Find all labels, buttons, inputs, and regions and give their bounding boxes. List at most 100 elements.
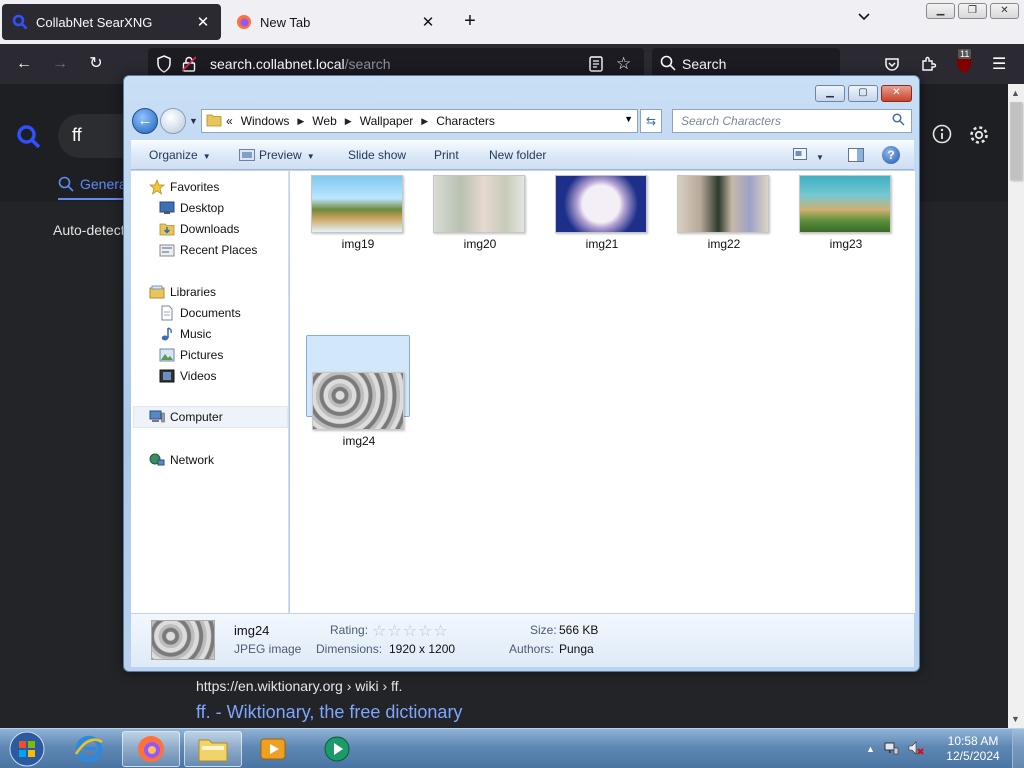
- category-tab-general[interactable]: General: [58, 176, 130, 192]
- organize-button[interactable]: Organize ▼: [149, 148, 211, 162]
- file-item-img24[interactable]: img24: [306, 335, 410, 448]
- scroll-down-arrow-icon[interactable]: ▼: [1011, 714, 1020, 724]
- nav-desktop[interactable]: Desktop: [159, 200, 224, 216]
- nav-libraries[interactable]: Libraries: [149, 284, 216, 300]
- breadcrumb-separator-icon[interactable]: ▶: [421, 116, 428, 127]
- dialog-maximize-button[interactable]: ▢: [848, 85, 878, 102]
- size-value: 566 KB: [559, 623, 599, 637]
- explorer-forward-arrow-icon[interactable]: →: [160, 108, 186, 134]
- new-tab-plus-icon[interactable]: +: [458, 10, 482, 34]
- reload-icon[interactable]: ↻: [84, 52, 108, 76]
- preview-pane-icon[interactable]: [848, 148, 864, 165]
- breadcrumb-web[interactable]: Web: [312, 114, 336, 128]
- tab-collabnet-searxng[interactable]: CollabNet SearXNG ✕: [2, 4, 221, 40]
- dialog-close-button[interactable]: ✕: [881, 85, 912, 102]
- rating-stars[interactable]: ☆ ☆ ☆ ☆ ☆: [372, 621, 448, 641]
- nav-label: Documents: [180, 306, 241, 320]
- file-item-img22[interactable]: img22: [672, 171, 776, 253]
- nav-recent-places[interactable]: Recent Places: [159, 242, 257, 258]
- rating-star-icon[interactable]: ☆: [433, 621, 447, 641]
- taskbar-firefox-icon[interactable]: [122, 731, 180, 767]
- nav-computer[interactable]: Computer: [133, 406, 288, 428]
- address-breadcrumb-bar[interactable]: « Windows ▶ Web ▶ Wallpaper ▶ Characters…: [201, 109, 638, 133]
- change-view-icon[interactable]: ▼: [793, 148, 824, 163]
- rating-star-icon[interactable]: ☆: [387, 621, 401, 641]
- file-item-img20[interactable]: img20: [428, 171, 532, 253]
- searxng-logo-icon[interactable]: [16, 124, 42, 153]
- authors-value[interactable]: Punga: [559, 642, 594, 656]
- result-title-link[interactable]: ff. - Wiktionary, the free dictionary: [196, 702, 462, 723]
- dimensions-label: Dimensions:: [316, 642, 383, 656]
- show-desktop-button[interactable]: [1012, 729, 1024, 768]
- breadcrumb-windows[interactable]: Windows: [241, 114, 290, 128]
- pocket-icon[interactable]: [884, 56, 900, 75]
- breadcrumb-overflow[interactable]: «: [226, 114, 233, 128]
- rating-star-icon[interactable]: ☆: [418, 621, 432, 641]
- file-name: img23: [829, 237, 863, 251]
- taskbar-media-center-icon[interactable]: [308, 731, 366, 767]
- bookmark-star-icon[interactable]: ☆: [616, 54, 631, 74]
- category-active-underline: [58, 198, 124, 200]
- nav-pictures[interactable]: Pictures: [159, 347, 223, 363]
- recent-pages-chevron-icon[interactable]: ▼: [189, 116, 198, 126]
- tray-volume-muted-icon[interactable]: [907, 740, 925, 759]
- rating-star-icon[interactable]: ☆: [403, 621, 417, 641]
- nav-downloads[interactable]: Downloads: [159, 221, 239, 237]
- tray-network-icon[interactable]: [883, 740, 899, 759]
- tray-overflow-chevron-icon[interactable]: ▲: [866, 744, 875, 754]
- page-scrollbar[interactable]: ▲ ▼: [1008, 84, 1024, 728]
- explorer-back-arrow-icon[interactable]: ←: [132, 108, 158, 134]
- scrollbar-thumb[interactable]: [1010, 102, 1022, 180]
- info-icon[interactable]: [932, 124, 952, 144]
- dialog-minimize-button[interactable]: ▁: [815, 85, 845, 102]
- window-close-button[interactable]: ✕: [990, 3, 1019, 19]
- window-restore-button[interactable]: ❐: [958, 3, 987, 19]
- rating-star-icon[interactable]: ☆: [372, 621, 386, 641]
- new-folder-button[interactable]: New folder: [489, 148, 546, 162]
- print-button[interactable]: Print: [434, 148, 459, 162]
- explorer-search-input[interactable]: Search Characters: [672, 109, 912, 133]
- tracking-shield-icon[interactable]: [156, 55, 172, 76]
- taskbar-media-player-icon[interactable]: [244, 731, 302, 767]
- extensions-puzzle-icon[interactable]: [920, 55, 937, 75]
- refresh-icon[interactable]: ⇆: [640, 109, 662, 133]
- settings-gear-icon[interactable]: [968, 124, 990, 146]
- hamburger-menu-icon[interactable]: ☰: [992, 54, 1006, 74]
- computer-icon: [149, 409, 165, 425]
- back-arrow-icon[interactable]: ←: [12, 52, 36, 76]
- language-autodetect[interactable]: Auto-detect: [53, 222, 125, 238]
- address-dropdown-icon[interactable]: ▼: [624, 114, 633, 124]
- details-pane: img24 JPEG image Rating: ☆ ☆ ☆ ☆ ☆ Dimen…: [131, 613, 914, 667]
- insecure-lock-icon[interactable]: [181, 56, 197, 75]
- tab-close-icon[interactable]: ✕: [195, 13, 211, 31]
- taskbar-explorer-icon[interactable]: [184, 731, 242, 767]
- taskbar-internet-explorer-icon[interactable]: [60, 731, 118, 767]
- tab-close-icon[interactable]: ✕: [420, 13, 436, 31]
- url-path: /search: [344, 56, 391, 72]
- scroll-up-arrow-icon[interactable]: ▲: [1011, 88, 1020, 98]
- nav-network[interactable]: Network: [149, 452, 214, 468]
- breadcrumb-characters[interactable]: Characters: [436, 114, 495, 128]
- forward-arrow-icon[interactable]: →: [48, 52, 72, 76]
- taskbar-clock[interactable]: 10:58 AM 12/5/2024: [940, 734, 1006, 764]
- file-item-img19[interactable]: img19: [306, 171, 410, 253]
- help-question-icon[interactable]: ?: [882, 146, 900, 164]
- file-item-img21[interactable]: img21: [550, 171, 654, 253]
- nav-favorites[interactable]: Favorites: [149, 179, 219, 195]
- nav-music[interactable]: Music: [159, 326, 211, 342]
- slideshow-button[interactable]: Slide show: [348, 148, 406, 162]
- reader-view-icon[interactable]: [589, 56, 603, 75]
- breadcrumb-separator-icon[interactable]: ▶: [345, 116, 352, 127]
- file-item-img23[interactable]: img23: [794, 171, 898, 253]
- explorer-search-icon[interactable]: [892, 113, 905, 129]
- preview-button[interactable]: Preview ▼: [239, 148, 315, 162]
- breadcrumb-wallpaper[interactable]: Wallpaper: [360, 114, 414, 128]
- result-url[interactable]: https://en.wiktionary.org › wiki › ff.: [196, 678, 402, 694]
- window-minimize-button[interactable]: ▁: [926, 3, 955, 19]
- breadcrumb-separator-icon[interactable]: ▶: [297, 116, 304, 127]
- tab-new-tab[interactable]: New Tab ✕: [226, 4, 446, 40]
- start-orb-icon[interactable]: [4, 730, 50, 768]
- nav-videos[interactable]: Videos: [159, 368, 216, 384]
- nav-documents[interactable]: Documents: [159, 305, 241, 321]
- list-all-tabs-chevron-icon[interactable]: [852, 10, 876, 34]
